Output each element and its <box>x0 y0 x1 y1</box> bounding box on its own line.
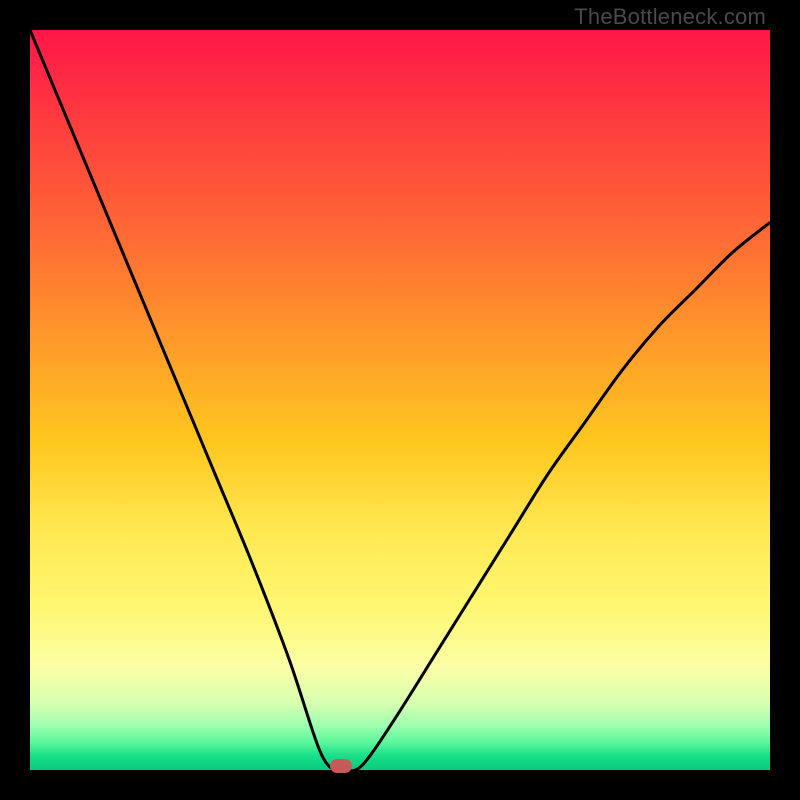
min-marker <box>330 759 352 773</box>
chart-frame: TheBottleneck.com <box>0 0 800 800</box>
plot-area <box>30 30 770 770</box>
watermark-text: TheBottleneck.com <box>574 4 766 30</box>
bottleneck-curve <box>30 30 770 772</box>
curve-svg <box>30 30 770 770</box>
